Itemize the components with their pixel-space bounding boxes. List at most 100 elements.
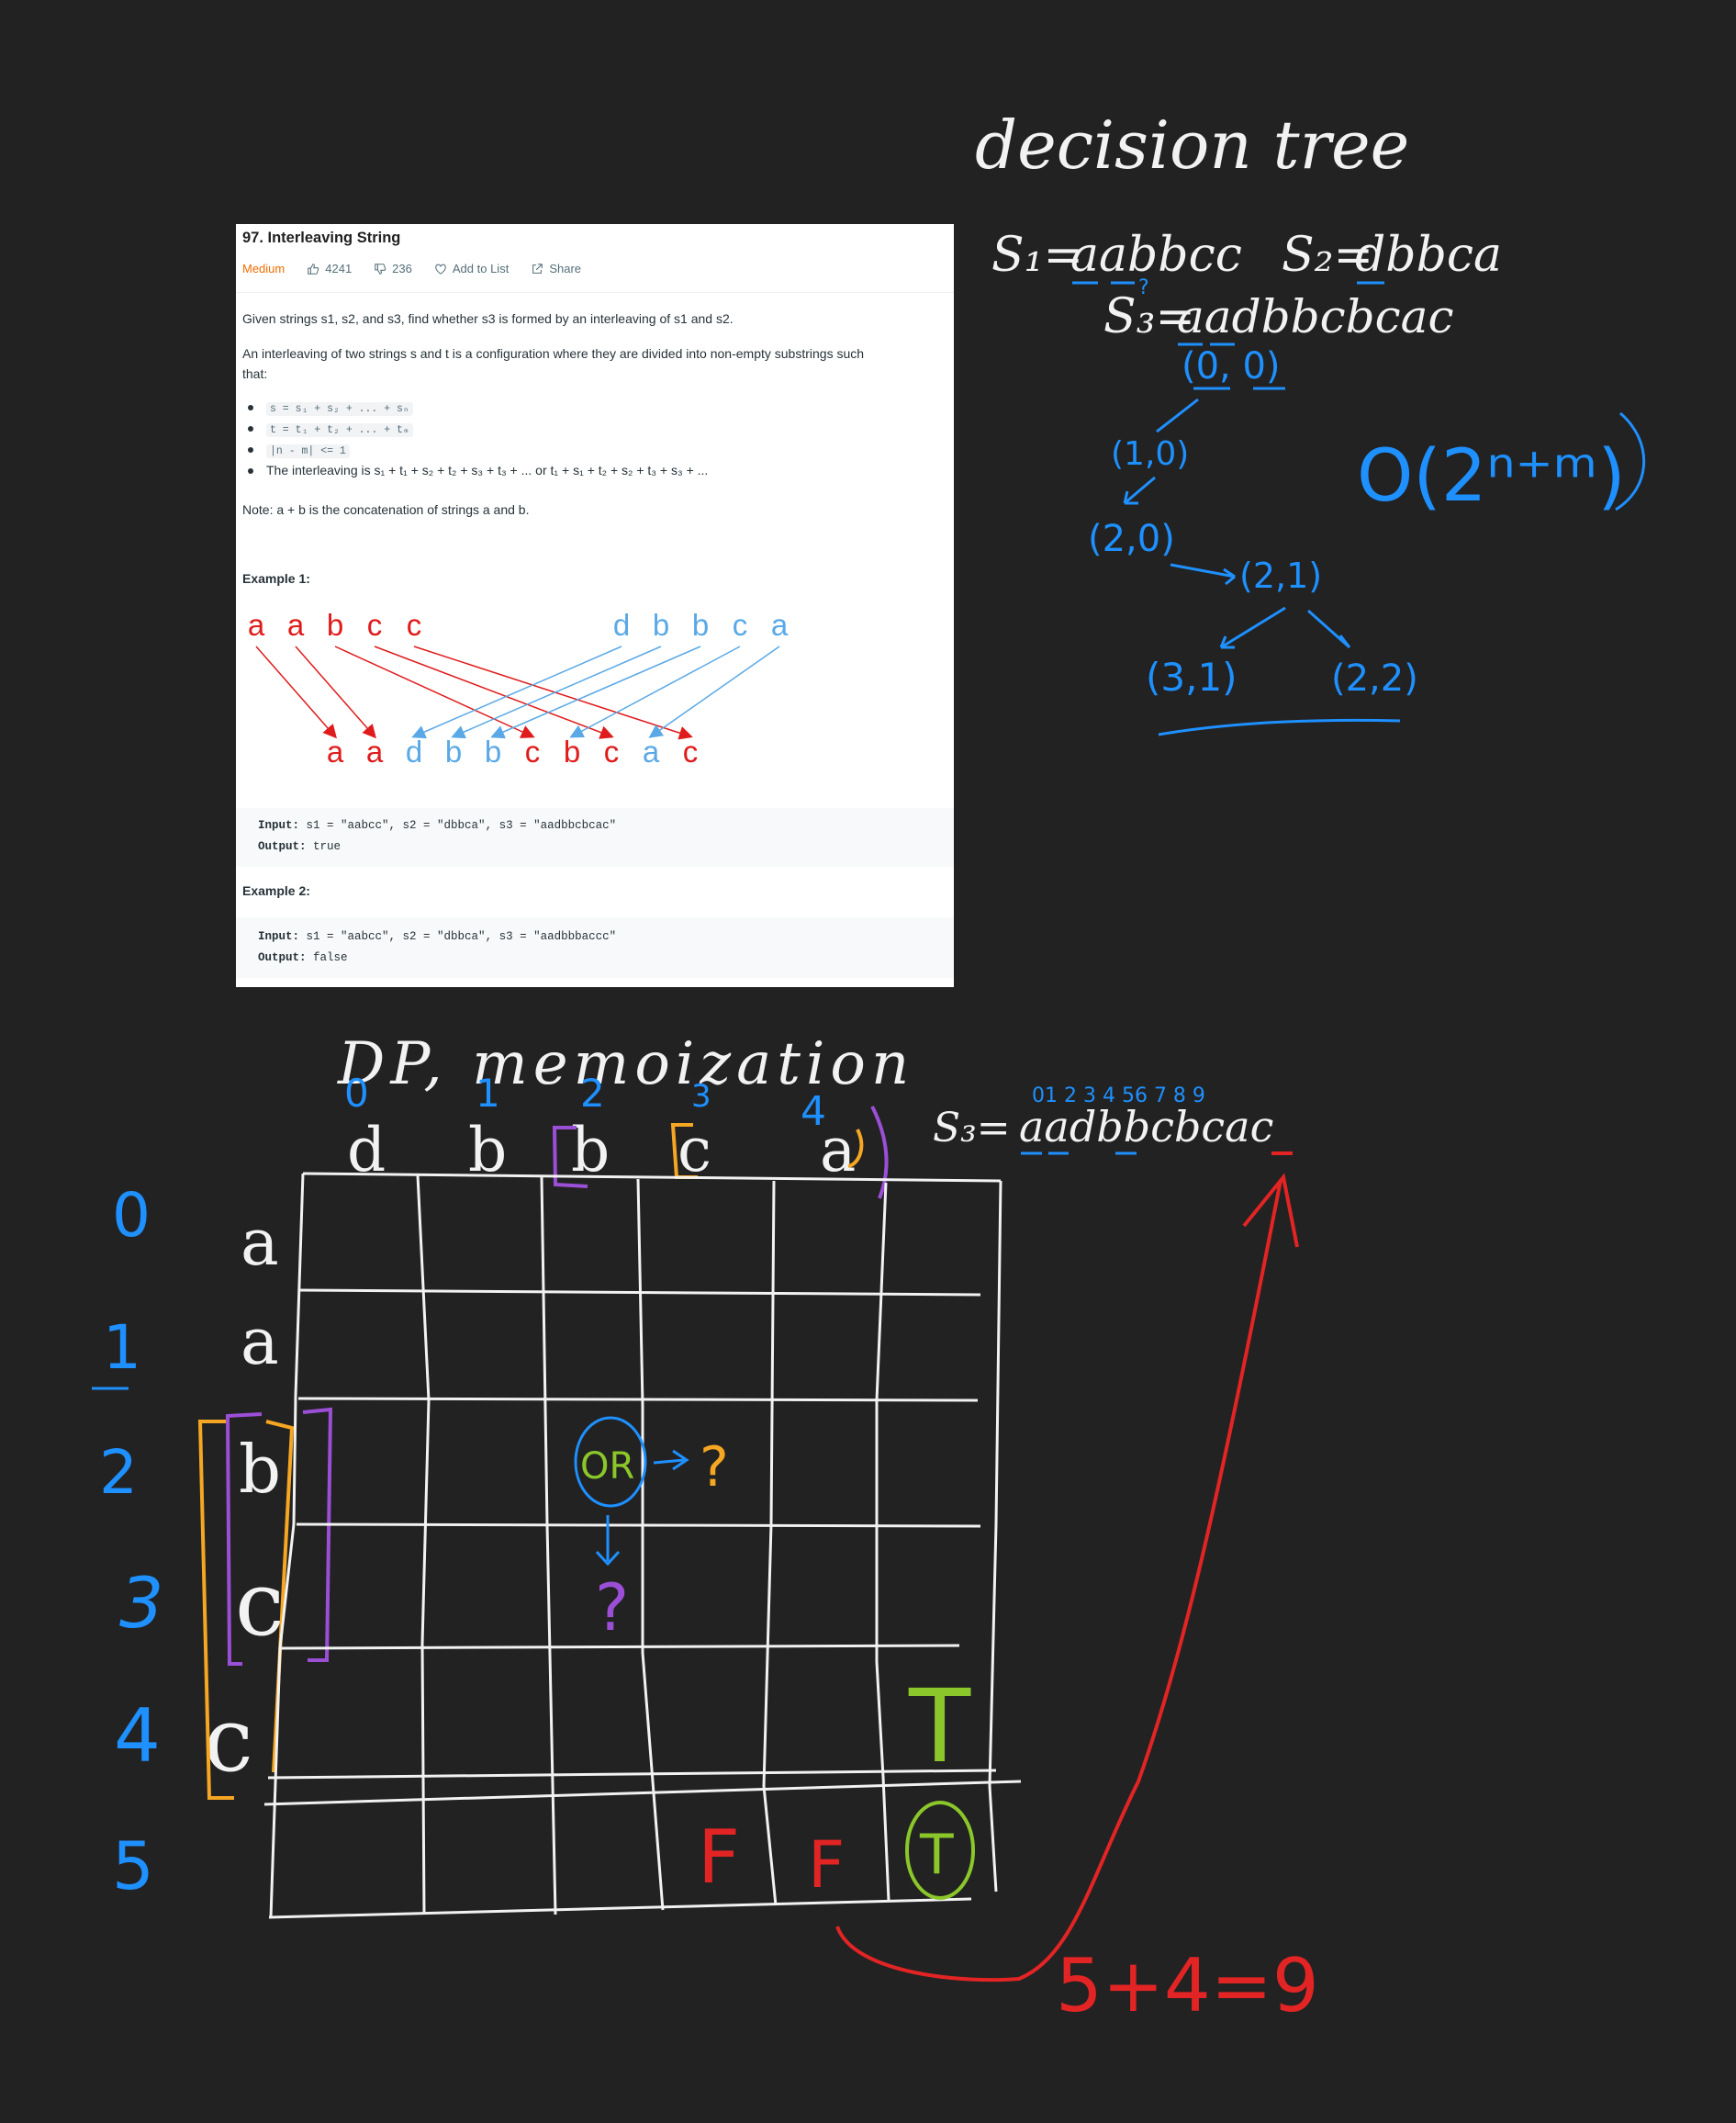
s3-letter: a [366,735,384,764]
tree-node-2-0: (2,0) [1088,518,1175,560]
add-to-list-label: Add to List [452,262,510,275]
list-item: The interleaving is s₁ + t₁ + s₂ + t₂ + … [247,460,708,481]
cell-f-5-3: F [808,1827,845,1903]
row-letter-0: a [241,1205,279,1280]
s3-value-dp: aadbbcbcac [1019,1102,1273,1151]
s2-letter: d [613,608,630,642]
cell-t-4-4: T [908,1668,971,1785]
description-line-2: An interleaving of two strings s and t i… [242,346,865,361]
s2-letter: a [771,608,789,642]
s1-value: aabbcc [1070,228,1242,283]
s3-letter: a [327,735,344,764]
s1-letter: a [287,608,305,642]
example-2-heading: Example 2: [242,883,310,898]
problem-screenshot: 97. Interleaving String Medium 4241 236 … [236,224,954,987]
row-letter-3: c [235,1553,285,1656]
problem-meta: Medium 4241 236 Add to List Share [242,262,581,275]
divider [236,292,954,293]
s3-letter: a [643,735,660,764]
share-button[interactable]: Share [531,262,581,275]
s1-letter: c [407,608,422,642]
col-index-3: 3 [691,1078,711,1115]
problem-title: 97. Interleaving String [242,230,401,246]
s3-indexed: 01 2 3 4 56 7 8 9 S₃= aadbbcbcac [933,1084,1293,1155]
dp-grid [263,1172,1022,1919]
note-line: Note: a + b is the concatenation of stri… [242,502,530,517]
s2-letter: c [733,608,748,642]
col-index-0: 0 [344,1071,369,1116]
add-to-list-button[interactable]: Add to List [434,262,509,275]
thumbs-down-icon [375,263,386,275]
interleave-arrow-s1 [255,646,337,739]
cell-t-5-4: T [919,1823,954,1887]
s3-letter: c [604,735,620,764]
col-bracket-purple-right [870,1106,889,1199]
list-item: t = t₁ + t₂ + ... + tₘ [247,418,708,439]
s1-letter: a [248,608,265,642]
col-index-1: 1 [476,1071,500,1116]
s3-letter: c [525,735,541,764]
thumbs-up-icon [308,263,319,275]
dislike-button[interactable]: 236 [374,262,412,275]
s3-letter: d [406,735,422,764]
like-count: 4241 [325,262,353,275]
col-letter-4: a [820,1115,856,1185]
row-index-3: 3 [119,1562,163,1644]
s3-letter: b [485,735,501,764]
row-index-2: 2 [99,1437,138,1508]
s3-letter: c [683,735,699,764]
row-index-1: 1 [103,1312,141,1383]
interleave-arrow-s2 [411,646,622,739]
share-icon [532,263,543,274]
decision-tree: (0, 0) (1,0) (2,0) (2,1) (3,1) (2,2) [1088,345,1418,736]
tree-node-0-0: (0, 0) [1182,345,1281,388]
decision-tree-title: decision tree [975,107,1409,184]
s1-letter: c [367,608,383,642]
example-1-heading: Example 1: [242,571,310,586]
row-index-0: 0 [112,1180,151,1251]
like-button[interactable]: 4241 [307,262,352,275]
row-letter-1: a [241,1304,279,1379]
row-index-4: 4 [114,1693,161,1779]
s3-label-dp: S₃= [933,1105,1011,1151]
s1-letter: b [327,608,343,642]
interleave-arrow-s1 [374,646,614,739]
s3-definition: S₃= aadbbcbcac [1103,289,1453,346]
example-1-diagram: aabcc dbbca aadbbcbcac [248,608,789,764]
example-1-io: Input: s1 = "aabcc", s2 = "dbbca", s3 = … [236,808,954,867]
interleave-arrow-s2 [451,646,662,739]
example-2-io: Input: s1 = "aabcc", s2 = "dbbca", s3 = … [236,917,954,978]
down-question: ? [595,1570,629,1646]
s2-letter: b [692,608,709,642]
difficulty-badge: Medium [242,262,286,275]
complexity-note: O(2ⁿ⁺ᵐ) [1357,435,1626,518]
share-label: Share [549,262,582,275]
definition-list: s = s₁ + s₂ + ... + sₙ t = t₁ + t₂ + ...… [247,397,708,481]
dp-title: DP, memoization [337,1030,914,1098]
s2-definition: S₂= dbbca [1282,228,1502,285]
interleave-arrow-s1 [413,646,693,740]
dp-row-headers: 0 1 2 3 4 5 a a b c c [92,1180,333,1904]
cell-f-5-2: F [698,1814,740,1900]
tree-node-3-1: (3,1) [1146,655,1238,700]
row-letter-2: b [239,1431,281,1508]
dislike-count: 236 [392,262,412,275]
sum-note: 5+4=9 [1056,1943,1319,2028]
description-line-3: that: [242,366,268,381]
col-index-2: 2 [580,1071,605,1116]
right-question: ? [700,1435,729,1500]
s2-letter: b [653,608,669,642]
s3-letter: b [564,735,580,764]
cell-or: OR [580,1445,634,1488]
list-item: |n - m| <= 1 [247,439,708,460]
col-letter-2: b [571,1115,610,1185]
description-line-1: Given strings s1, s2, and s3, find wheth… [242,311,734,326]
s2-value: dbbca [1355,228,1502,283]
tree-node-2-1: (2,1) [1239,556,1322,596]
tree-node-1-0: (1,0) [1111,435,1189,473]
s3-letter: b [445,735,462,764]
interleave-arrow-s1 [334,646,535,738]
row-index-5: 5 [112,1827,154,1904]
s3-value: aadbbcbcac [1177,290,1453,343]
heart-icon [435,264,446,275]
